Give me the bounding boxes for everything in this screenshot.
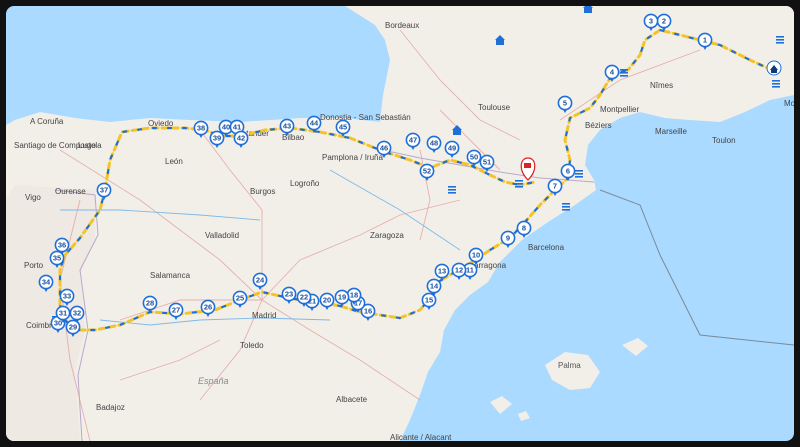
- stage-pin-label: 28: [146, 299, 154, 308]
- svg-text:Bordeaux: Bordeaux: [385, 21, 419, 30]
- hotel-icon[interactable]: [448, 186, 456, 194]
- stage-pin-label: 7: [553, 182, 557, 191]
- svg-text:Badajoz: Badajoz: [96, 403, 125, 412]
- stage-pin-label: 1: [703, 36, 707, 45]
- stage-pin-label: 19: [338, 293, 346, 302]
- stage-pin-label: 13: [438, 267, 446, 276]
- stage-pin-label: 49: [448, 144, 456, 153]
- stage-pin-label: 32: [73, 309, 81, 318]
- stage-pin-label: 37: [100, 186, 108, 195]
- stage-pin-label: 44: [310, 119, 319, 128]
- stage-pin-label: 2: [662, 17, 666, 26]
- stage-pin-label: 24: [256, 276, 265, 285]
- svg-text:Toulouse: Toulouse: [478, 103, 511, 112]
- stage-pin-label: 48: [430, 139, 438, 148]
- stage-pin-label: 11: [466, 266, 474, 275]
- stage-pin-label: 41: [233, 123, 241, 132]
- svg-text:Valladolid: Valladolid: [205, 231, 239, 240]
- hotel-icon[interactable]: [515, 180, 523, 188]
- stage-pin-label: 25: [236, 294, 244, 303]
- svg-text:Madrid: Madrid: [252, 311, 276, 320]
- svg-text:Salamanca: Salamanca: [150, 271, 191, 280]
- hotel-icon[interactable]: [772, 80, 780, 88]
- map-frame: Bordeaux Toulouse Montpellier Nîmes Mars…: [0, 0, 800, 447]
- svg-text:Lugo: Lugo: [78, 141, 96, 150]
- stage-pin-label: 52: [423, 167, 431, 176]
- stage-pin-label: 46: [380, 144, 388, 153]
- stage-pin-label: 45: [339, 123, 347, 132]
- stage-pin-label: 40: [222, 123, 230, 132]
- stage-pin-label: 36: [58, 241, 66, 250]
- svg-text:Vigo: Vigo: [25, 193, 41, 202]
- stage-pin-label: 5: [563, 99, 567, 108]
- stage-pin-label: 31: [59, 309, 67, 318]
- map-canvas[interactable]: Bordeaux Toulouse Montpellier Nîmes Mars…: [6, 6, 794, 441]
- svg-text:A Coruña: A Coruña: [30, 117, 64, 126]
- stage-pin-label: 51: [483, 158, 491, 167]
- stage-pin-label: 42: [237, 134, 245, 143]
- stage-pin-label: 43: [283, 122, 291, 131]
- stage-pin-label: 26: [204, 303, 212, 312]
- svg-text:España: España: [198, 376, 229, 386]
- svg-text:Palma: Palma: [558, 361, 581, 370]
- stage-pin-label: 14: [430, 282, 439, 291]
- home-icon: [583, 6, 593, 13]
- stage-pin-label: 33: [63, 292, 71, 301]
- hotel-icon[interactable]: [575, 170, 583, 178]
- stage-pin-label: 12: [455, 266, 463, 275]
- svg-text:Toledo: Toledo: [240, 341, 264, 350]
- stage-pin-label: 3: [649, 17, 653, 26]
- stage-pin-label: 20: [323, 296, 331, 305]
- hotel-icon[interactable]: [562, 203, 570, 211]
- svg-text:Béziers: Béziers: [585, 121, 612, 130]
- stage-pin-label: 16: [364, 307, 372, 316]
- svg-text:León: León: [165, 157, 183, 166]
- stage-pin-label: 22: [300, 293, 308, 302]
- svg-text:Bilbao: Bilbao: [282, 133, 305, 142]
- stage-pin-label: 35: [53, 254, 61, 263]
- svg-text:Logroño: Logroño: [290, 179, 320, 188]
- svg-text:Montpellier: Montpellier: [600, 105, 639, 114]
- svg-text:Alicante / Alacant: Alicante / Alacant: [390, 433, 452, 441]
- stage-pin-label: 10: [472, 251, 480, 260]
- stage-pin-label: 47: [409, 136, 417, 145]
- svg-text:Barcelona: Barcelona: [528, 243, 565, 252]
- svg-text:Mo: Mo: [784, 99, 794, 108]
- svg-text:Pamplona / Iruña: Pamplona / Iruña: [322, 153, 383, 162]
- svg-text:Zaragoza: Zaragoza: [370, 231, 404, 240]
- svg-text:Toulon: Toulon: [712, 136, 736, 145]
- stage-pin-label: 27: [172, 306, 180, 315]
- svg-text:Nîmes: Nîmes: [650, 81, 673, 90]
- hotel-icon[interactable]: [776, 36, 784, 44]
- svg-text:Marseille: Marseille: [655, 127, 688, 136]
- stage-pin-label: 50: [470, 153, 478, 162]
- stage-pin-label: 34: [42, 278, 51, 287]
- hotel-icon[interactable]: [620, 69, 628, 77]
- svg-text:Burgos: Burgos: [250, 187, 275, 196]
- stage-pin-label: 38: [197, 124, 205, 133]
- stage-pin-label: 39: [213, 134, 221, 143]
- stage-pin-label: 6: [566, 167, 570, 176]
- svg-text:Ourense: Ourense: [55, 187, 86, 196]
- home-icon[interactable]: [766, 60, 782, 76]
- stage-pin-label: 23: [285, 290, 293, 299]
- stage-pin-label: 8: [522, 224, 526, 233]
- stage-pin-label: 18: [350, 291, 358, 300]
- svg-text:Albacete: Albacete: [336, 395, 368, 404]
- svg-text:Porto: Porto: [24, 261, 44, 270]
- stage-pin-label: 15: [425, 296, 433, 305]
- svg-text:Donostia - San Sebastián: Donostia - San Sebastián: [320, 113, 411, 122]
- stage-pin-label: 29: [69, 323, 77, 332]
- stage-pin-label: 9: [506, 234, 510, 243]
